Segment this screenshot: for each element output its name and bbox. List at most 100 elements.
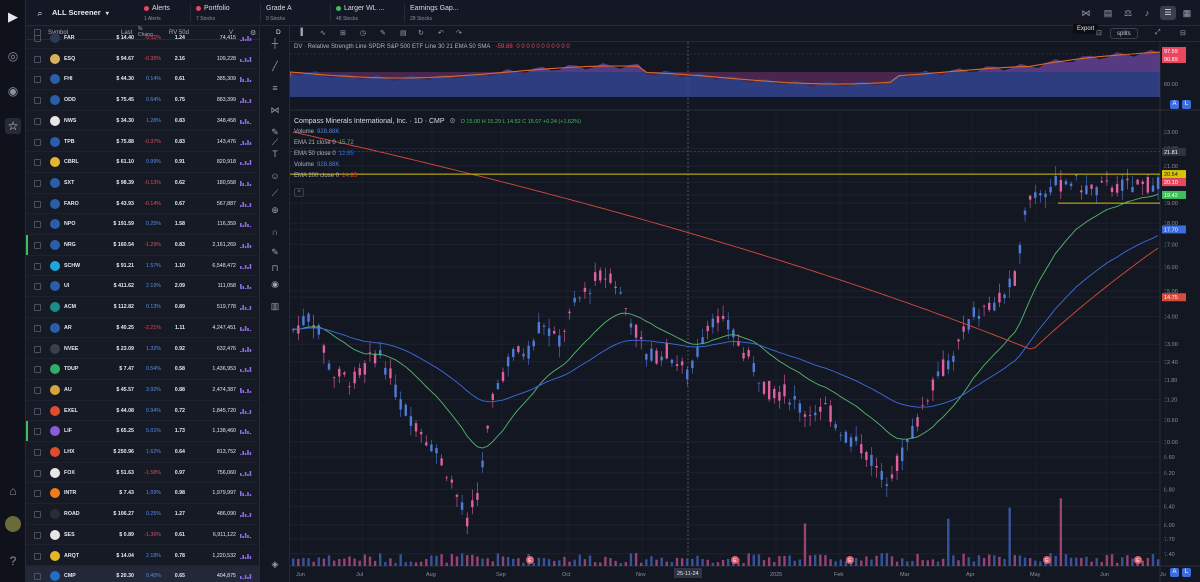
compare-panel-icon[interactable]: ⊟ <box>1180 29 1186 37</box>
bell-icon[interactable]: ♪ <box>1141 7 1153 19</box>
trash-icon[interactable]: ▥ <box>269 300 281 312</box>
lock-drawings-icon[interactable]: ✎ <box>269 246 281 258</box>
globe-icon[interactable]: ◎ <box>5 48 21 64</box>
row-checkbox[interactable] <box>34 200 41 208</box>
layers-icon[interactable]: ◈ <box>269 558 281 570</box>
help-icon[interactable]: ? <box>5 553 21 569</box>
table-row[interactable]: UI $ 411.62 2.19% 2.09 111,058 <box>26 276 260 298</box>
graduation-icon[interactable]: ⌂ <box>5 483 21 499</box>
price-chart[interactable]: 23.0022.0021.8121.0020.5420.1019.4219.00… <box>290 42 1200 582</box>
settings-icon[interactable]: ⚙ <box>449 118 455 125</box>
view-toggle-list[interactable]: ☰ <box>1160 6 1176 20</box>
row-checkbox[interactable] <box>34 159 41 167</box>
table-row[interactable]: CMP $ 20.30 0.40% 0.65 404,875 <box>26 566 260 582</box>
indicators-icon[interactable]: ∿ <box>320 29 326 37</box>
indicator-legend-item[interactable]: Volume 928.88K <box>294 162 339 168</box>
row-checkbox[interactable] <box>34 97 41 105</box>
compare-icon[interactable]: ⚖ <box>1122 7 1134 19</box>
table-row[interactable]: TPB $ 75.88 -0.37% 0.83 143,476 <box>26 132 260 153</box>
alert-icon[interactable]: ◷ <box>360 29 366 37</box>
row-checkbox[interactable] <box>34 345 41 353</box>
row-checkbox[interactable] <box>34 179 41 187</box>
bar-type-icon[interactable]: ▐ <box>298 29 303 36</box>
pin-icon[interactable]: ⊡ <box>1096 29 1102 37</box>
table-row[interactable]: NVEE $ 23.09 1.32% 0.92 632,476 <box>26 339 260 360</box>
indicator-legend-item[interactable]: EMA 200 close 0 14.85 <box>294 173 357 179</box>
table-row[interactable]: INTR $ 7.43 1.09% 0.98 1,979,997 <box>26 483 260 505</box>
trend-line-icon[interactable]: ╱ <box>269 60 281 72</box>
indicator-legend-item[interactable]: Volume 928.88K <box>294 129 339 135</box>
table-row[interactable]: LHX $ 250.96 1.62% 0.64 813,752 <box>26 442 260 463</box>
table-row[interactable]: FHI $ 44.30 0.14% 0.61 385,309 <box>26 69 260 91</box>
log-scale-button-rs[interactable]: L <box>1182 100 1191 109</box>
eye-icon[interactable]: ◉ <box>269 278 281 290</box>
row-checkbox[interactable] <box>34 324 41 332</box>
row-checkbox[interactable] <box>34 407 41 415</box>
fullscreen-icon[interactable]: ⤢ <box>1155 29 1161 37</box>
row-checkbox[interactable] <box>34 138 41 146</box>
table-row[interactable]: NRG $ 160.54 -1.29% 0.83 2,161,269 <box>26 235 260 256</box>
table-row[interactable]: EXEL $ 44.08 0.94% 0.72 1,845,720 <box>26 401 260 422</box>
table-row[interactable]: ESQ $ 94.67 -0.35% 2.16 109,228 <box>26 49 260 70</box>
log-scale-button[interactable]: L <box>1182 568 1191 577</box>
row-checkbox[interactable] <box>34 35 41 42</box>
table-row[interactable]: AR $ 40.25 -2.21% 1.11 4,247,451 <box>26 318 260 339</box>
table-row[interactable]: CBRL $ 61.10 0.99% 0.91 820,918 <box>26 152 260 173</box>
share-icon[interactable]: ⋈ <box>1080 7 1092 19</box>
row-checkbox[interactable] <box>34 221 41 229</box>
layout-icon[interactable]: ▤ <box>400 29 407 37</box>
table-row[interactable]: FOX $ 51.63 -1.58% 0.97 756,060 <box>26 463 260 484</box>
table-row[interactable]: ARQT $ 14.04 2.18% 0.78 1,220,532 <box>26 546 260 567</box>
chart-layout-icon[interactable]: ▤ <box>1102 7 1114 19</box>
row-checkbox[interactable] <box>34 428 41 436</box>
template-icon[interactable]: ⊞ <box>340 29 346 37</box>
zoom-icon[interactable]: ⊕ <box>269 204 281 216</box>
radar-icon[interactable]: ◉ <box>5 83 21 99</box>
table-row[interactable]: SES $ 0.89 -1.36% 0.61 6,911,122 <box>26 525 260 546</box>
draw-icon[interactable]: ✎ <box>380 29 386 37</box>
row-checkbox[interactable] <box>34 386 41 394</box>
table-row[interactable]: FARO $ 43.93 -0.14% 0.67 567,887 <box>26 194 260 215</box>
interval-button[interactable]: D <box>276 29 281 36</box>
crosshair-icon[interactable]: ┼ <box>269 37 281 49</box>
table-row[interactable]: SCHW $ 91.21 1.57% 1.10 6,548,472 <box>26 256 260 277</box>
text-icon[interactable]: T <box>269 148 281 160</box>
replay-icon[interactable]: ↻ <box>418 29 424 37</box>
table-row[interactable]: FAR $ 14.40 -0.11% 1.24 74,415 <box>26 28 260 49</box>
auto-scale-button[interactable]: A <box>1170 568 1179 577</box>
row-checkbox[interactable] <box>34 469 41 477</box>
emoji-icon[interactable]: ☺ <box>269 170 281 182</box>
row-checkbox[interactable] <box>34 242 41 249</box>
watchlist-star-icon[interactable]: ☆ <box>5 118 21 134</box>
indicator-legend-item[interactable]: EMA 50 close 0 12.85 <box>294 151 354 157</box>
row-checkbox[interactable] <box>34 117 41 125</box>
indicator-legend-item[interactable]: EMA 21 close 0 15.72 <box>294 140 354 146</box>
row-checkbox[interactable] <box>34 552 41 560</box>
row-checkbox[interactable] <box>34 55 41 63</box>
measure-icon[interactable]: ⟋ <box>269 187 281 199</box>
row-checkbox[interactable] <box>34 76 41 84</box>
auto-scale-button-rs[interactable]: A <box>1170 100 1179 109</box>
table-row[interactable]: SXT $ 98.39 -0.13% 0.62 180,558 <box>26 173 260 194</box>
lock-icon[interactable]: ⊓ <box>269 262 281 274</box>
row-checkbox[interactable] <box>34 366 41 374</box>
redo-icon[interactable]: ↷ <box>456 29 462 37</box>
row-checkbox[interactable] <box>34 490 41 498</box>
avatar[interactable] <box>5 516 21 532</box>
row-checkbox[interactable] <box>34 511 41 519</box>
pattern-icon[interactable]: ⋈ <box>269 104 281 116</box>
screener-selector[interactable]: ALL Screener ▾ <box>52 5 124 21</box>
collapse-legend-button[interactable]: ^ <box>294 188 304 197</box>
table-row[interactable]: AU $ 45.57 3.92% 0.88 2,474,387 <box>26 380 260 401</box>
row-checkbox[interactable] <box>34 449 41 456</box>
search-icon[interactable]: ⌕ <box>34 7 46 19</box>
splits-toggle[interactable]: splits <box>1110 28 1138 39</box>
table-row[interactable]: NPO $ 191.59 0.25% 1.58 116,359 <box>26 214 260 235</box>
row-checkbox[interactable] <box>34 283 41 291</box>
table-row[interactable]: ODD $ 75.45 0.64% 0.75 883,399 <box>26 90 260 111</box>
row-checkbox[interactable] <box>34 262 41 270</box>
row-checkbox[interactable] <box>34 573 41 581</box>
table-row[interactable]: ROAD $ 106.27 0.25% 1.27 486,090 <box>26 504 260 525</box>
undo-icon[interactable]: ↶ <box>438 29 444 37</box>
row-checkbox[interactable] <box>34 304 41 312</box>
